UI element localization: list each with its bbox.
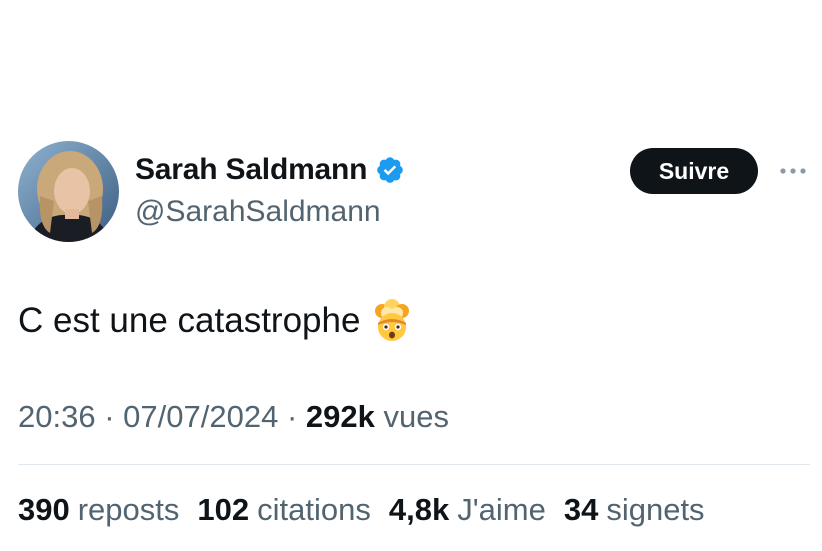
author-display-name[interactable]: Sarah Saldmann [135, 150, 367, 190]
likes-label: J'aime [457, 492, 546, 527]
reposts-count: 390 [18, 492, 70, 527]
views-label: vues [383, 399, 449, 434]
tweet-meta: 20:36 · 07/07/2024 · 292k vues [18, 396, 449, 438]
more-options-icon[interactable] [776, 163, 810, 179]
meta-separator: · [286, 399, 298, 434]
bookmarks-stat[interactable]: 34 signets [564, 489, 705, 531]
author-handle[interactable]: @SarahSaldmann [135, 192, 381, 232]
tweet-body: C est une catastrophe [18, 298, 414, 344]
likes-stat[interactable]: 4,8k J'aime [389, 489, 546, 531]
quotes-count: 102 [197, 492, 250, 527]
bookmarks-count: 34 [563, 492, 599, 527]
reposts-label: reposts [77, 492, 180, 527]
exploding-head-icon [370, 299, 414, 343]
tweet-text: C est une catastrophe [18, 301, 361, 340]
engagement-stats: 390 reposts 102 citations 4,8k J'aime 34… [18, 489, 705, 531]
avatar[interactable] [18, 141, 119, 242]
reposts-stat[interactable]: 390 reposts [18, 489, 179, 531]
follow-button[interactable]: Suivre [630, 148, 758, 194]
views-count: 292k [305, 399, 375, 434]
author-name-row: Sarah Saldmann [135, 150, 405, 190]
quotes-stat[interactable]: 102 citations [197, 489, 370, 531]
avatar-image [18, 141, 119, 242]
divider [18, 464, 810, 465]
bookmarks-label: signets [606, 492, 705, 527]
likes-count: 4,8k [388, 492, 450, 527]
verified-badge-icon [375, 155, 405, 185]
tweet-time[interactable]: 20:36 [18, 399, 96, 434]
quotes-label: citations [257, 492, 371, 527]
meta-separator: · [104, 399, 115, 434]
tweet-date[interactable]: 07/07/2024 [123, 399, 278, 434]
